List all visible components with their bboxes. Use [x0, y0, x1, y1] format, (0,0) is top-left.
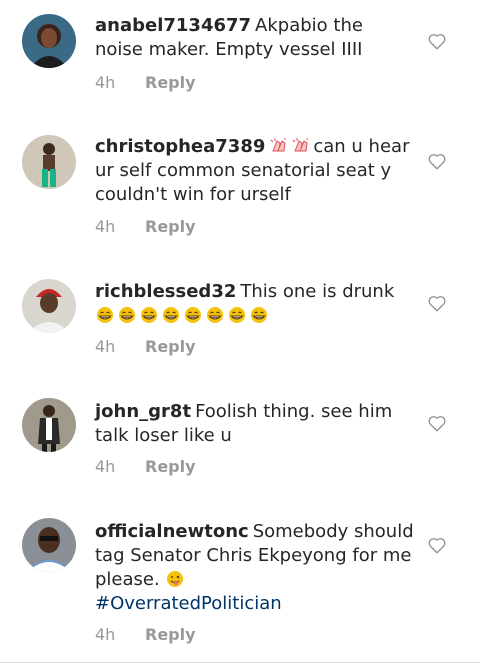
grinning-face-icon — [205, 306, 225, 324]
heart-icon[interactable] — [427, 536, 447, 554]
comment-username[interactable]: officialnewtonc — [95, 521, 249, 542]
comment-username[interactable]: john_gr8t — [95, 401, 191, 422]
grinning-face-icon — [139, 306, 159, 324]
comment-time: 4h — [95, 625, 116, 644]
avatar[interactable] — [22, 518, 76, 572]
reply-button[interactable]: Reply — [145, 625, 196, 644]
heart-icon[interactable] — [427, 32, 447, 50]
avatar[interactable] — [22, 279, 76, 333]
avatar[interactable] — [22, 14, 76, 68]
comment-text: christophea7389 can u hear ur self common… — [95, 135, 415, 207]
grinning-face-icon — [227, 306, 247, 324]
comment-meta: 4h Reply — [95, 457, 196, 476]
winking-tongue-face-icon — [165, 570, 185, 588]
clapping-hands-icon — [291, 137, 311, 155]
grinning-face-icon — [183, 306, 203, 324]
comment-text: richblessed32 This one is drunk — [95, 280, 415, 328]
comment-body: This one is drunk — [240, 281, 395, 302]
comment-username[interactable]: christophea7389 — [95, 136, 265, 157]
comment-text: officialnewtonc Somebody should tag Senat… — [95, 520, 415, 616]
grinning-face-icon — [161, 306, 181, 324]
grinning-face-icon — [117, 306, 137, 324]
grinning-face-icon — [95, 306, 115, 324]
reply-button[interactable]: Reply — [145, 337, 196, 356]
comment-time: 4h — [95, 337, 116, 356]
comment-username[interactable]: richblessed32 — [95, 281, 236, 302]
reply-button[interactable]: Reply — [145, 217, 196, 236]
grinning-face-icon — [249, 306, 269, 324]
comment-time: 4h — [95, 217, 116, 236]
heart-icon[interactable] — [427, 152, 447, 170]
comment-meta: 4h Reply — [95, 337, 196, 356]
comment-meta: 4h Reply — [95, 217, 196, 236]
comment-meta: 4h Reply — [95, 625, 196, 644]
hashtag-link[interactable]: #OverratedPolitician — [95, 593, 282, 614]
heart-icon[interactable] — [427, 294, 447, 312]
grinning-face-emoji-group — [95, 305, 271, 326]
comment-time: 4h — [95, 457, 116, 476]
avatar[interactable] — [22, 398, 76, 452]
reply-button[interactable]: Reply — [145, 73, 196, 92]
heart-icon[interactable] — [427, 414, 447, 432]
reply-button[interactable]: Reply — [145, 457, 196, 476]
comment-username[interactable]: anabel7134677 — [95, 15, 251, 36]
clapping-hands-icon — [269, 137, 289, 155]
divider — [0, 662, 480, 663]
comment-meta: 4h Reply — [95, 73, 196, 92]
avatar[interactable] — [22, 135, 76, 189]
comment-time: 4h — [95, 73, 116, 92]
comment-text: anabel7134677 Akpabio the noise maker. Em… — [95, 14, 415, 62]
comment-text: john_gr8t Foolish thing. see him talk los… — [95, 400, 415, 448]
